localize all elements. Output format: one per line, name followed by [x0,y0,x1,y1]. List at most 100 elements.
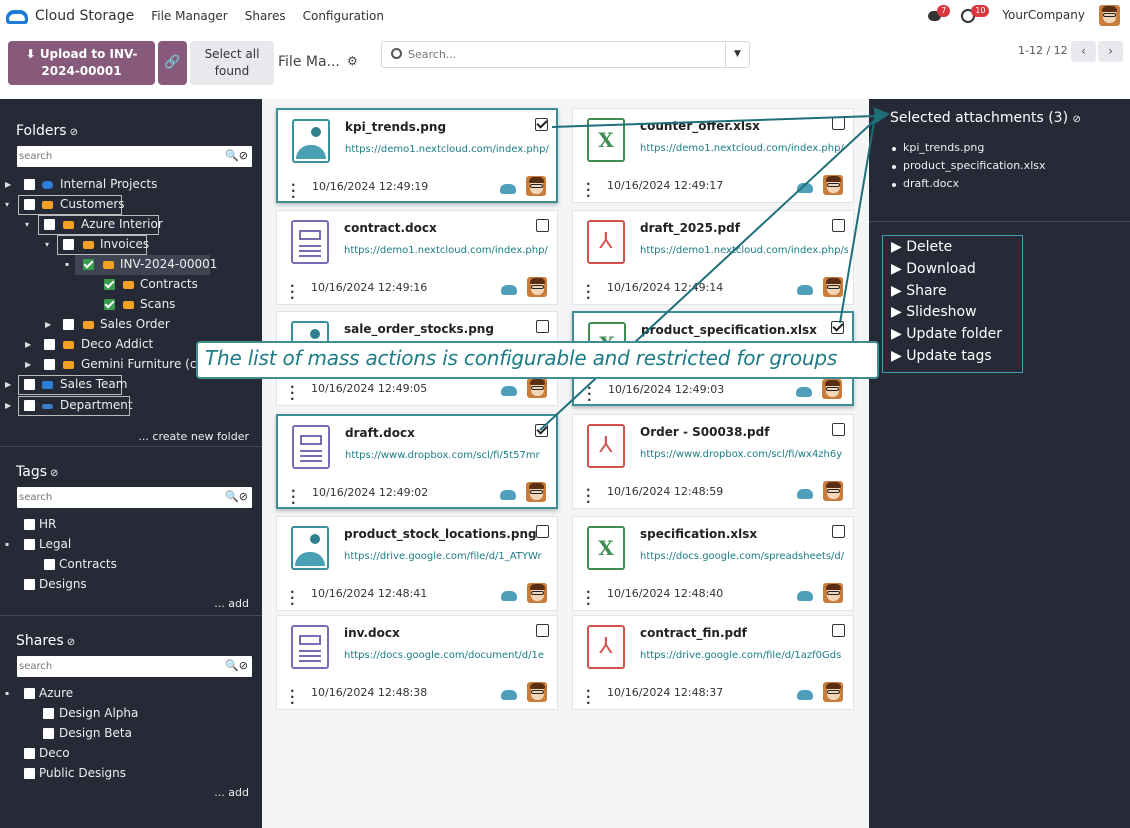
expand-icon[interactable]: ▶ [5,396,11,415]
more-options-icon[interactable]: · · · [290,685,295,709]
file-name[interactable]: contract_fin.pdf [640,626,747,640]
search-clear-icons[interactable]: 🔍⊘ [225,659,248,672]
folder-item-inv-2024-00001[interactable]: ▪ INV-2024-00001 [0,255,262,274]
nav-configuration[interactable]: Configuration [303,9,384,23]
action-update-folder[interactable]: ▶ Update folder [891,326,1002,342]
tag-checkbox[interactable] [24,539,35,550]
add-tag-link[interactable]: ... add [214,597,249,610]
folder-item-sales-order[interactable]: ▶ Sales Order [0,315,262,334]
tag-item-designs[interactable]: Designs [0,575,262,594]
folder-checkbox[interactable] [24,179,35,190]
action-delete[interactable]: ▶ Delete [891,239,952,255]
tag-checkbox[interactable] [44,559,55,570]
attachment-card[interactable]: kpi_trends.png https://demo1.nextcloud.co… [276,108,558,203]
collapse-icon[interactable]: ▾ [5,195,9,214]
tags-search-input[interactable] [19,489,209,505]
more-options-icon[interactable]: · · · [291,179,296,203]
select-checkbox[interactable] [831,321,844,334]
select-checkbox[interactable] [832,423,845,436]
chat-icon[interactable]: 7 [926,5,951,25]
attachment-card[interactable]: inv.docx https://docs.google.com/document… [276,615,558,710]
attachment-card[interactable]: contract.docx https://demo1.nextcloud.com… [276,210,558,305]
action-slideshow[interactable]: ▶ Slideshow [891,304,977,320]
add-share-link[interactable]: ... add [214,786,249,799]
file-url[interactable]: https://demo1.nextcloud.com/index.php/ [345,144,553,155]
attachment-card[interactable]: draft.docx https://www.dropbox.com/scl/fi… [276,414,558,509]
share-checkbox[interactable] [24,688,35,699]
select-checkbox[interactable] [536,219,549,232]
tag-checkbox[interactable] [24,519,35,530]
app-title[interactable]: Cloud Storage [35,8,134,24]
more-options-icon[interactable]: · · · [290,586,295,610]
pager-value[interactable]: 1-12 / 12 [1018,44,1068,57]
file-url[interactable]: https://docs.google.com/spreadsheets/d/ [640,551,848,562]
folder-checkbox[interactable] [63,239,74,250]
more-options-icon[interactable]: · · · [586,586,591,610]
expand-icon[interactable]: ▪ [65,255,69,274]
create-folder-link[interactable]: ... create new folder [138,430,249,443]
select-all-button[interactable]: Select all found [190,41,274,85]
share-item-design-beta[interactable]: Design Beta [0,724,262,743]
folder-item-contracts[interactable]: Contracts [0,275,262,294]
select-checkbox[interactable] [536,525,549,538]
pager-previous-button[interactable]: ‹ [1071,41,1096,62]
collapse-icon[interactable]: ▾ [25,215,29,234]
file-name[interactable]: product_specification.xlsx [641,323,817,337]
tag-item-contracts[interactable]: Contracts [0,555,262,574]
file-name[interactable]: sale_order_stocks.png [344,322,494,336]
more-options-icon[interactable]: · · · [290,280,295,304]
file-name[interactable]: contract.docx [344,221,437,235]
folder-checkbox[interactable] [104,299,115,310]
folder-item-azure-interior[interactable]: ▾ Azure Interior [0,215,262,234]
expand-icon[interactable]: ▶ [5,375,11,394]
search-dropdown-toggle[interactable]: ▼ [725,42,749,67]
share-checkbox[interactable] [43,708,54,719]
select-checkbox[interactable] [536,624,549,637]
expand-icon[interactable]: ▶ [5,175,11,194]
folder-item-scans[interactable]: Scans [0,295,262,314]
file-name[interactable]: inv.docx [344,626,400,640]
more-options-icon[interactable]: · · · [586,178,591,202]
folder-item-invoices[interactable]: ▾ Invoices [0,235,262,254]
action-download[interactable]: ▶ Download [891,261,976,277]
attachment-card[interactable]: Xspecification.xlsx https://docs.google.c… [572,516,854,611]
share-checkbox[interactable] [24,748,35,759]
folder-item-department[interactable]: ▶ Department [0,396,262,415]
share-checkbox[interactable] [24,768,35,779]
file-url[interactable]: https://demo1.nextcloud.com/index.php/ [640,143,848,154]
link-icon[interactable]: 🔗 [158,41,187,85]
share-item-design-alpha[interactable]: Design Alpha [0,704,262,723]
attachment-card[interactable]: product_stock_locations.png https://drive… [276,516,558,611]
tag-checkbox[interactable] [24,579,35,590]
folder-checkbox[interactable] [24,199,35,210]
user-avatar[interactable] [1099,4,1120,26]
attachment-card[interactable]: Xcounter_offer.xlsx https://demo1.nextclo… [572,108,854,203]
share-item-azure[interactable]: ▪ Azure [0,684,262,703]
attachment-card[interactable]: ⅄ draft_2025.pdf https://demo1.nextcloud.c… [572,210,854,305]
more-options-icon[interactable]: · · · [586,280,591,304]
collapse-icon[interactable]: ▪ [5,684,9,703]
collapse-icon[interactable]: ▾ [45,235,49,254]
upload-button[interactable]: ⬇ Upload to INV-2024-00001 [8,41,155,85]
select-checkbox[interactable] [832,117,845,130]
folder-checkbox[interactable] [104,279,115,290]
file-url[interactable]: https://demo1.nextcloud.com/index.php/ [344,245,552,256]
file-name[interactable]: draft.docx [345,426,415,440]
file-url[interactable]: https://www.dropbox.com/scl/fi/wx4zh6y [640,449,848,460]
file-name[interactable]: Order - S00038.pdf [640,425,769,439]
folder-checkbox[interactable] [63,319,74,330]
file-url[interactable]: https://www.dropbox.com/scl/fi/5t57mr [345,450,553,461]
gear-icon[interactable]: ⚙ [347,54,358,68]
collapse-icon[interactable]: ▪ [5,535,9,554]
select-checkbox[interactable] [832,525,845,538]
more-options-icon[interactable]: · · · [586,484,591,508]
cloud-logo-icon[interactable] [6,8,28,24]
share-checkbox[interactable] [43,728,54,739]
folders-search-input[interactable] [19,148,209,164]
file-name[interactable]: counter_offer.xlsx [640,119,760,133]
select-checkbox[interactable] [536,320,549,333]
tag-item-hr[interactable]: HR [0,515,262,534]
attachment-card[interactable]: ⅄ Order - S00038.pdf https://www.dropbox.c… [572,414,854,509]
folder-checkbox[interactable] [24,379,35,390]
folder-checkbox[interactable] [44,219,55,230]
